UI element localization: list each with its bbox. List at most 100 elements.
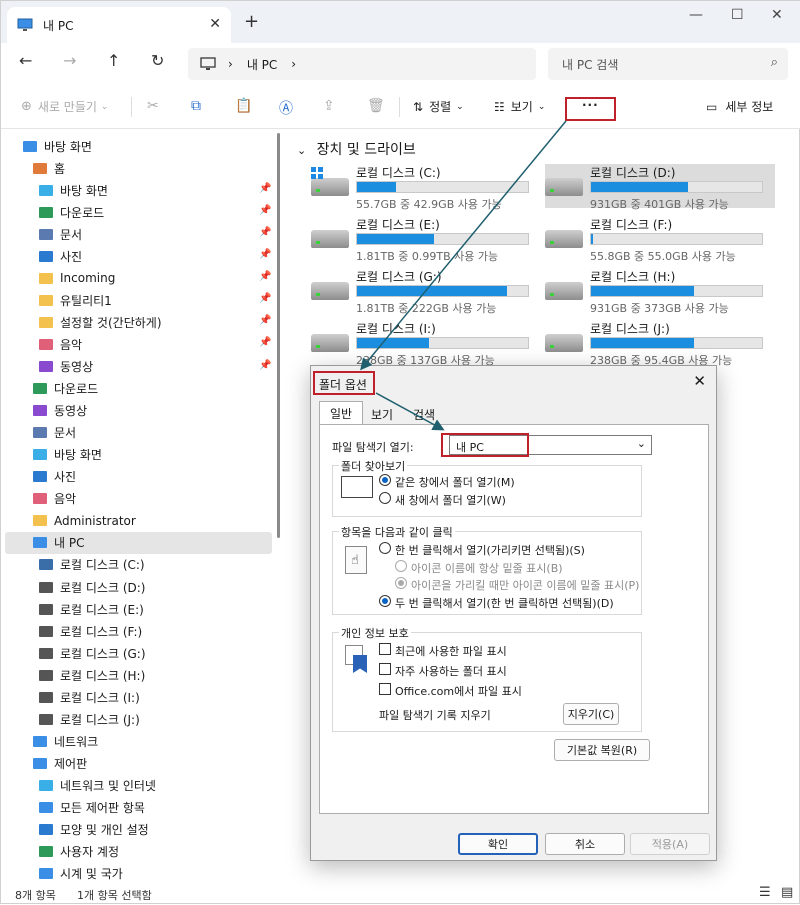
drive-tile[interactable]: 로컬 디스크 (F:) 55.8GB 중 55.0GB 사용 가능 <box>545 216 775 263</box>
sidebar-item[interactable]: 동영상 <box>39 356 93 378</box>
rename-icon[interactable]: Ⓐ <box>279 98 293 118</box>
sidebar-item[interactable]: 로컬 디스크 (F:) <box>39 620 142 642</box>
search-input[interactable]: 내 PC 검색 ⌕ <box>548 48 788 80</box>
sidebar-item[interactable]: 네트워크 <box>33 730 98 752</box>
sidebar-item[interactable]: 제어판 <box>33 752 87 774</box>
new-button[interactable]: ⊕ 새로 만들기 ⌄ <box>21 98 108 115</box>
paste-icon[interactable]: 📋 <box>235 98 252 114</box>
sidebar-item[interactable]: 다운로드 <box>39 201 104 223</box>
sidebar-item[interactable]: 문서 <box>39 223 82 245</box>
tiles-view-icon[interactable]: ▤ <box>781 885 793 900</box>
sidebar-item[interactable]: Incoming <box>39 267 115 289</box>
copy-icon[interactable]: ⧉ <box>191 98 201 114</box>
drive-usage-fill <box>357 286 508 296</box>
new-tab-icon[interactable]: + <box>244 11 259 32</box>
drive-tile[interactable]: 로컬 디스크 (C:) 55.7GB 중 42.9GB 사용 가능 <box>311 164 541 211</box>
breadcrumb-my-pc[interactable]: 내 PC <box>247 56 277 73</box>
sidebar-item[interactable]: 로컬 디스크 (C:) <box>39 554 145 576</box>
sidebar-item[interactable]: 내 PC <box>33 532 84 554</box>
sidebar-item[interactable]: 음악 <box>39 333 82 355</box>
browse-new-window-radio[interactable] <box>379 492 391 504</box>
underline-always-radio[interactable] <box>395 560 407 572</box>
back-icon[interactable]: ← <box>19 51 32 70</box>
sidebar-item[interactable]: 음악 <box>33 488 76 510</box>
maximize-icon[interactable]: ☐ <box>731 7 744 23</box>
sidebar-item[interactable]: 로컬 디스크 (D:) <box>39 576 145 598</box>
close-dialog-icon[interactable]: ✕ <box>693 372 706 390</box>
browse-same-window-radio[interactable] <box>379 474 391 486</box>
chevron-down-icon: ⌄ <box>537 101 546 112</box>
address-bar[interactable]: › 내 PC › <box>188 48 536 80</box>
apply-button[interactable]: 적용(A) <box>630 833 710 855</box>
breadcrumb-chevron-icon[interactable]: › <box>291 57 296 71</box>
sidebar-item[interactable]: 사진 <box>33 466 76 488</box>
sidebar-item[interactable]: 네트워크 및 인터넷 <box>39 774 156 796</box>
sidebar-item[interactable]: 모든 제어판 항목 <box>39 797 145 819</box>
tab-my-pc[interactable]: 내 PC ✕ <box>7 7 231 43</box>
share-icon[interactable]: ⇪ <box>323 98 335 114</box>
sidebar-item[interactable]: Administrator <box>33 510 136 532</box>
sidebar-item-label: 내 PC <box>54 536 85 551</box>
details-view-icon[interactable]: ☰ <box>759 885 771 900</box>
show-recent-checkbox[interactable] <box>379 643 391 655</box>
sidebar-item[interactable]: 바탕 화면 <box>33 444 102 466</box>
refresh-icon[interactable]: ↻ <box>151 51 164 70</box>
up-icon[interactable]: ↑ <box>107 51 120 70</box>
double-click-radio[interactable] <box>379 595 391 607</box>
user-accounts-icon <box>39 846 53 858</box>
drive-tile[interactable]: 로컬 디스크 (H:) 931GB 중 373GB 사용 가능 <box>545 268 775 315</box>
sidebar-item[interactable]: 모양 및 개인 설정 <box>39 819 149 841</box>
cancel-button[interactable]: 취소 <box>545 833 625 855</box>
sort-button[interactable]: ⇅ 정렬 ⌄ <box>413 98 464 115</box>
sidebar-item[interactable]: 사진 <box>39 245 82 267</box>
sidebar-item[interactable]: 로컬 디스크 (G:) <box>39 642 146 664</box>
underline-hover-radio[interactable] <box>395 577 407 589</box>
forward-icon[interactable]: → <box>63 51 76 70</box>
sidebar-scrollbar[interactable] <box>277 133 280 538</box>
section-header[interactable]: ⌄ 장치 및 드라이브 <box>297 139 416 159</box>
drive-tile[interactable]: 로컬 디스크 (D:) 931GB 중 401GB 사용 가능 <box>545 164 775 211</box>
sidebar-item[interactable]: 바탕 화면 <box>39 179 108 201</box>
details-button[interactable]: ▭ 세부 정보 <box>706 98 773 115</box>
close-tab-icon[interactable]: ✕ <box>209 16 221 32</box>
close-window-icon[interactable]: ✕ <box>771 7 783 23</box>
sidebar-item[interactable]: 로컬 디스크 (J:) <box>39 708 140 730</box>
ok-button[interactable]: 확인 <box>458 833 538 855</box>
tab-general[interactable]: 일반 <box>319 401 364 425</box>
single-click-radio[interactable] <box>379 542 391 554</box>
drive-tile[interactable]: 로컬 디스크 (E:) 1.81TB 중 0.99TB 사용 가능 <box>311 216 541 263</box>
sidebar-item[interactable]: 사용자 계정 <box>39 841 119 863</box>
cut-icon[interactable]: ✂ <box>147 98 159 114</box>
pin-icon: 📌 <box>259 205 272 217</box>
sidebar-item-label: 사진 <box>60 249 83 264</box>
drive-icon <box>545 282 583 300</box>
sidebar-item[interactable]: 시계 및 국가 <box>39 863 123 885</box>
show-office-checkbox[interactable] <box>379 683 391 695</box>
drive-usage-bar <box>590 233 763 245</box>
divider <box>399 97 400 117</box>
sidebar-item[interactable]: 문서 <box>33 422 76 444</box>
sidebar-item[interactable]: 설정할 것(간단하게) <box>39 311 162 333</box>
underline-always-label: 아이콘 이름에 항상 밑줄 표시(B) <box>411 562 563 575</box>
show-frequent-checkbox[interactable] <box>379 663 391 675</box>
sidebar-item[interactable]: 로컬 디스크 (H:) <box>39 664 145 686</box>
sidebar-item[interactable]: 다운로드 <box>33 378 98 400</box>
clear-history-button[interactable]: 지우기(C) <box>563 703 619 725</box>
tab-view[interactable]: 보기 <box>361 403 403 425</box>
drive-icon <box>311 282 349 300</box>
drive-tile[interactable]: 로컬 디스크 (G:) 1.81TB 중 222GB 사용 가능 <box>311 268 541 315</box>
appearance-icon <box>39 824 53 836</box>
drive-tile[interactable]: 로컬 디스크 (I:) 238GB 중 137GB 사용 가능 <box>311 320 541 367</box>
sidebar-item[interactable]: 로컬 디스크 (I:) <box>39 686 140 708</box>
sidebar-item[interactable]: 로컬 디스크 (E:) <box>39 598 144 620</box>
sidebar-item[interactable]: 바탕 화면 <box>23 135 92 157</box>
sidebar-item[interactable]: 동영상 <box>33 400 87 422</box>
drive-tile[interactable]: 로컬 디스크 (J:) 238GB 중 95.4GB 사용 가능 <box>545 320 775 367</box>
tab-search[interactable]: 검색 <box>403 403 445 425</box>
view-button[interactable]: ☷ 보기 ⌄ <box>494 98 545 115</box>
sidebar-item[interactable]: 홈 <box>33 157 65 179</box>
delete-icon[interactable]: 🗑 <box>367 98 385 114</box>
sidebar-item[interactable]: 유틸리티1 <box>39 289 112 311</box>
minimize-icon[interactable]: — <box>689 7 703 23</box>
restore-defaults-button[interactable]: 기본값 복원(R) <box>554 739 650 761</box>
